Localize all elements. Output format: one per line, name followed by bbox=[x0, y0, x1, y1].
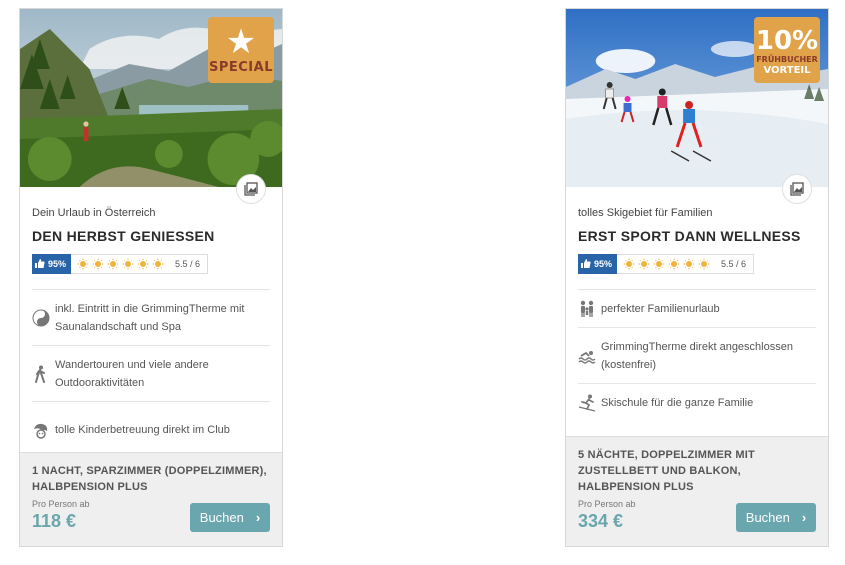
skier-icon bbox=[578, 394, 596, 412]
price-value: 334 € bbox=[578, 511, 624, 531]
price-label: Pro Person ab bbox=[32, 499, 90, 509]
sun-icon bbox=[107, 258, 120, 270]
offer-card-ski[interactable]: 10% FRÜHBUCHER VORTEIL tolles Skigebiet … bbox=[565, 8, 829, 547]
book-button[interactable]: Buchen › bbox=[190, 503, 270, 532]
room-description: 5 NÄCHTE, DOPPELZIMMER MIT ZUSTELLBETT U… bbox=[578, 449, 755, 493]
feature-list: perfekter Familienurlaub GrimmingTherme … bbox=[578, 289, 816, 422]
half-sun-icon bbox=[152, 258, 165, 270]
feature-item: perfekter Familienurlaub bbox=[578, 290, 816, 328]
sun-icon bbox=[653, 258, 666, 270]
sun-icon bbox=[92, 258, 105, 270]
recommendation-percent: 95% bbox=[594, 258, 613, 269]
rating-score: 5.5 / 6 bbox=[721, 259, 747, 269]
recommendation-percent: 95% bbox=[48, 258, 67, 269]
offer-footer: 5 NÄCHTE, DOPPELZIMMER MIT ZUSTELLBETT U… bbox=[566, 436, 828, 546]
gallery-icon bbox=[790, 182, 804, 196]
thumbs-up-icon bbox=[581, 259, 591, 268]
gallery-button[interactable] bbox=[782, 174, 812, 204]
discount-label-line2: VORTEIL bbox=[763, 65, 811, 76]
early-booking-badge: 10% FRÜHBUCHER VORTEIL bbox=[754, 17, 820, 83]
feature-text: GrimmingTherme direkt angeschlossen (kos… bbox=[601, 340, 793, 371]
sun-icon bbox=[122, 258, 135, 270]
sun-icon bbox=[77, 258, 90, 270]
special-badge: ★ SPECIAL bbox=[208, 17, 274, 83]
offer-subtitle: tolles Skigebiet für Familien bbox=[578, 207, 713, 219]
sun-rating bbox=[617, 258, 717, 270]
gallery-icon bbox=[244, 182, 258, 196]
offer-image-mountains[interactable]: ★ SPECIAL bbox=[20, 9, 282, 187]
star-icon: ★ bbox=[225, 22, 257, 61]
book-button[interactable]: Buchen › bbox=[736, 503, 816, 532]
family-icon bbox=[580, 300, 594, 317]
offer-title[interactable]: DEN HERBST GENIESSEN bbox=[32, 228, 270, 244]
sun-icon bbox=[623, 258, 636, 270]
chevron-right-icon: › bbox=[801, 510, 807, 525]
book-button-label: Buchen bbox=[199, 510, 244, 525]
feature-text: tolle Kinderbetreuung direkt im Club bbox=[55, 424, 230, 436]
rating-score: 5.5 / 6 bbox=[175, 259, 201, 269]
feature-item: tolle Kinderbetreuung direkt im Club bbox=[32, 402, 270, 458]
book-button-label: Buchen bbox=[745, 510, 790, 525]
gallery-button[interactable] bbox=[236, 174, 266, 204]
chevron-right-icon: › bbox=[255, 510, 261, 525]
thumbs-up-icon bbox=[35, 259, 45, 268]
swimming-icon bbox=[578, 350, 596, 364]
rating-box: 95% 5.5 / 6 bbox=[578, 253, 755, 274]
recommendation-badge: 95% bbox=[578, 253, 618, 274]
sun-rating bbox=[71, 258, 171, 270]
offer-subtitle: Dein Urlaub in Österreich bbox=[32, 207, 156, 219]
kids-icon bbox=[34, 423, 48, 439]
feature-item: Wandertouren und viele andere Outdoorakt… bbox=[32, 346, 270, 402]
rating-box: 95% 5.5 / 6 bbox=[32, 253, 209, 274]
sun-icon bbox=[638, 258, 651, 270]
feature-text: perfekter Familienurlaub bbox=[601, 302, 720, 315]
offer-image-skiing[interactable]: 10% FRÜHBUCHER VORTEIL bbox=[566, 9, 828, 187]
recommendation-badge: 95% bbox=[32, 253, 72, 274]
feature-list: inkl. Eintritt in die GrimmingTherme mit… bbox=[32, 289, 270, 458]
price-value: 118 € bbox=[32, 511, 77, 531]
feature-item: Skischule für die ganze Familie bbox=[578, 384, 816, 422]
discount-label-line1: FRÜHBUCHER bbox=[756, 55, 818, 64]
feature-text: inkl. Eintritt in die GrimmingTherme mit… bbox=[55, 302, 245, 333]
feature-text: Wandertouren und viele andere Outdoorakt… bbox=[55, 358, 209, 389]
sun-icon bbox=[668, 258, 681, 270]
sun-icon bbox=[683, 258, 696, 270]
room-description: 1 NACHT, SPARZIMMER (DOPPELZIMMER), HALB… bbox=[32, 465, 267, 493]
discount-percent: 10% bbox=[755, 26, 819, 56]
hiker-icon bbox=[35, 365, 45, 383]
price-label: Pro Person ab bbox=[578, 499, 636, 509]
half-sun-icon bbox=[698, 258, 711, 270]
special-badge-label: SPECIAL bbox=[209, 59, 273, 75]
offer-title[interactable]: ERST SPORT DANN WELLNESS bbox=[578, 228, 816, 244]
yin-yang-icon bbox=[32, 309, 50, 326]
feature-text: Skischule für die ganze Familie bbox=[601, 397, 754, 409]
sun-icon bbox=[137, 258, 150, 270]
feature-item: inkl. Eintritt in die GrimmingTherme mit… bbox=[32, 290, 270, 346]
feature-item: GrimmingTherme direkt angeschlossen (kos… bbox=[578, 328, 816, 384]
offer-card-autumn[interactable]: ★ SPECIAL Dein Urlaub in Österreich DEN … bbox=[19, 8, 283, 547]
offer-footer: 1 NACHT, SPARZIMMER (DOPPELZIMMER), HALB… bbox=[20, 452, 282, 546]
